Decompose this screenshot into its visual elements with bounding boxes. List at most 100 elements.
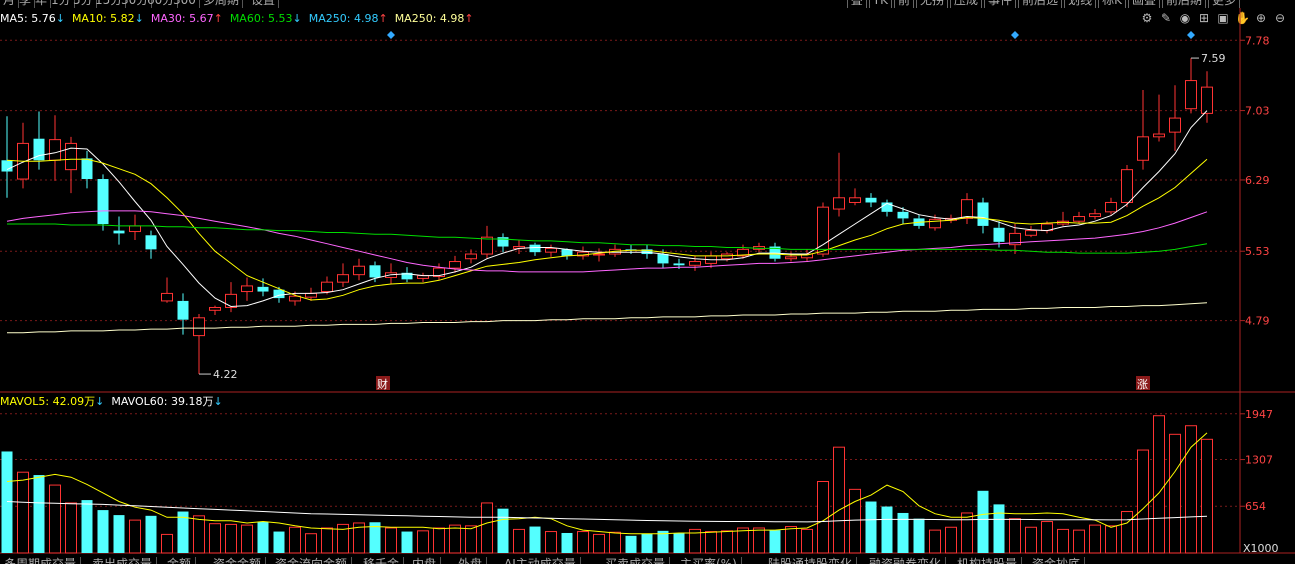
volume-bar	[257, 521, 269, 553]
volume-bar	[705, 531, 717, 554]
candle-body	[961, 199, 973, 219]
indicator-tabs: 多周期成交量 卖出成交量 金额 资金金额 资金流向金额 移千金 内盘 外盘 AI主动成交量 买卖成…	[0, 557, 1295, 564]
indicator-tab-4[interactable]: 资金流向金额	[271, 557, 353, 564]
volume-bar	[561, 532, 573, 553]
volume-bar	[993, 504, 1005, 553]
volume-bar	[737, 527, 749, 554]
indicator-tab-5[interactable]: 移千金	[359, 557, 405, 564]
volume-bar	[625, 535, 637, 553]
candle-body	[113, 230, 125, 234]
price-tick-label: 5.53	[1245, 245, 1270, 258]
volume-bar	[305, 533, 317, 554]
event-diamond-icon	[1011, 31, 1019, 39]
indicator-tab-0[interactable]: 多周期成交量	[0, 557, 82, 564]
candle-body	[337, 274, 349, 283]
high-label: 7.59	[1201, 52, 1226, 65]
volume-bar	[881, 506, 893, 553]
candle-body	[1089, 213, 1101, 218]
candle-body	[369, 265, 381, 278]
volume-bar	[849, 488, 861, 554]
volume-bar	[193, 515, 205, 554]
volume-bar	[593, 533, 605, 554]
candle-body	[657, 254, 669, 264]
candle-body	[241, 285, 253, 293]
volume-bar	[417, 530, 429, 554]
volume-bar	[33, 475, 45, 553]
candle-body	[225, 293, 237, 308]
volume-bar	[209, 523, 221, 554]
event-diamond-icon	[1187, 31, 1195, 39]
volume-bar	[929, 529, 941, 554]
indicator-tab-12[interactable]: 融资融券变化	[865, 557, 947, 564]
indicator-tab-13[interactable]: 机构持股量	[953, 557, 1023, 564]
candle-body	[257, 286, 269, 292]
candle-body	[1201, 86, 1213, 114]
candle-body	[849, 197, 861, 203]
kline-chart[interactable]: 7.78 7.03 6.29 5.53 4.79 1947 1307 654 X1000 7.59…	[0, 0, 1295, 564]
volume-bar	[753, 527, 765, 554]
candle-body	[673, 263, 685, 266]
candle-body	[321, 281, 333, 293]
candle-body	[977, 202, 989, 226]
volume-bar	[833, 446, 845, 554]
volume-bar	[1137, 449, 1149, 554]
indicator-tab-3[interactable]: 资金金额	[209, 557, 267, 564]
volume-tick-label: 1307	[1245, 454, 1273, 467]
volume-bar	[1153, 415, 1165, 554]
volume-bar	[17, 471, 29, 554]
indicator-tab-1[interactable]: 卖出成交量	[88, 557, 158, 564]
volume-bar	[961, 512, 973, 554]
volume-bar	[1073, 529, 1085, 554]
candle-body	[97, 179, 109, 225]
volume-bar	[81, 500, 93, 553]
volume-bar	[801, 528, 813, 554]
volume-bar	[673, 532, 685, 553]
volume-bar	[721, 530, 733, 554]
candle-body	[785, 256, 797, 260]
indicator-tab-6[interactable]: 内盘	[408, 557, 442, 564]
candle-body	[1073, 216, 1085, 222]
volume-bar	[945, 526, 957, 554]
volume-bar	[241, 524, 253, 554]
volume-bar	[113, 515, 125, 553]
marker-cai: 财	[377, 377, 388, 391]
candle-body	[193, 317, 205, 337]
volume-bar	[1057, 528, 1069, 554]
volume-bar	[433, 527, 445, 554]
indicator-tab-8[interactable]: AI主动成交量	[500, 557, 581, 564]
volume-bar	[289, 526, 301, 554]
candle-body	[1025, 230, 1037, 236]
volume-unit-label: X1000	[1243, 542, 1279, 555]
candle-body	[689, 261, 701, 266]
volume-bar	[161, 533, 173, 554]
candle-body	[465, 253, 477, 260]
candle-body	[449, 261, 461, 269]
candle-body	[1185, 80, 1197, 110]
candle-body	[833, 197, 845, 210]
volume-tick-label: 1947	[1245, 408, 1273, 421]
indicator-tab-7[interactable]: 外盘	[454, 557, 488, 564]
volume-bar	[129, 519, 141, 554]
ma-line-ma30	[6, 210, 1208, 273]
indicator-tab-10[interactable]: 主买率(%)	[676, 557, 742, 564]
candle-body	[129, 225, 141, 233]
candle-body	[897, 211, 909, 219]
indicator-tab-11[interactable]: 陆股通持股变化	[764, 557, 858, 564]
candle-body	[1121, 169, 1133, 203]
volume-bar	[465, 525, 477, 554]
price-tick-label: 7.03	[1245, 105, 1270, 118]
candle-body	[529, 244, 541, 253]
candle-body	[209, 306, 221, 311]
indicator-tab-14[interactable]: 资金抄底	[1028, 557, 1086, 564]
indicator-tab-9[interactable]: 买卖成交量	[601, 557, 671, 564]
volume-bar	[49, 484, 61, 554]
volume-bar	[97, 510, 109, 553]
indicator-tab-2[interactable]: 金额	[163, 557, 197, 564]
volume-bar	[513, 528, 525, 554]
volume-bar	[977, 490, 989, 553]
price-tick-label: 7.78	[1245, 34, 1270, 47]
candle-body	[865, 197, 877, 203]
volume-bar	[385, 527, 397, 554]
volume-bar	[1, 451, 13, 553]
candle-body	[1169, 117, 1181, 133]
